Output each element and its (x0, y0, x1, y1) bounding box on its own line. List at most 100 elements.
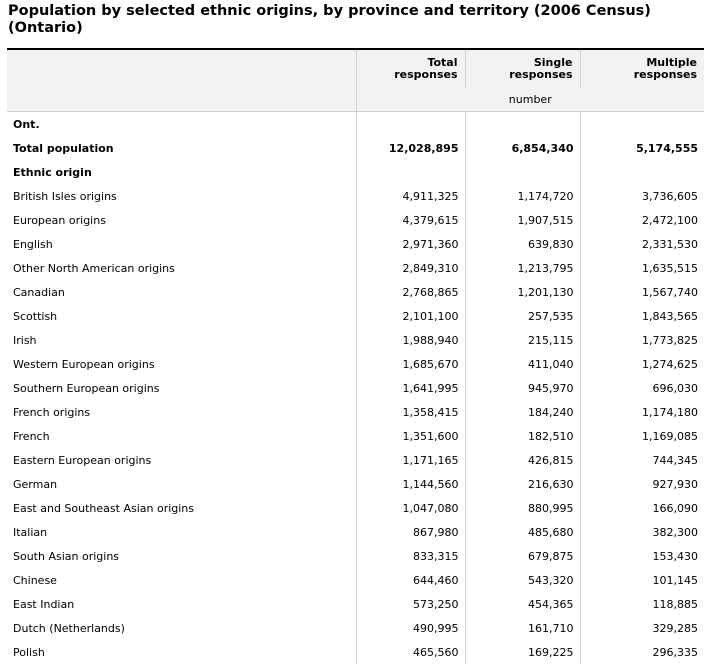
total-responses-cell: 1,144,560 (356, 472, 466, 496)
table-row: French origins 1,358,415 184,240 1,174,180 (7, 400, 704, 424)
page-title: Population by selected ethnic origins, b… (8, 3, 651, 36)
single-responses-cell: 411,040 (465, 352, 581, 376)
table-row: German 1,144,560 216,630 927,930 (7, 472, 704, 496)
row-header-corner (7, 48, 357, 88)
row-label: French origins (7, 400, 357, 424)
table-row: Other North American origins 2,849,310 1,2… (7, 256, 704, 280)
column-header-total: Total responses (356, 48, 466, 88)
row-label: Southern European origins (7, 376, 357, 400)
total-label: Total population (7, 136, 357, 160)
row-label: East Indian (7, 592, 357, 616)
table-row: French 1,351,600 182,510 1,169,085 (7, 424, 704, 448)
table-row: Scottish 2,101,100 257,535 1,843,565 (7, 304, 704, 328)
multiple-responses-cell: 2,472,100 (642, 213, 698, 227)
multiple-responses-cell: 1,567,740 (642, 285, 698, 299)
total-single-responses: 6,854,340 (465, 136, 581, 160)
total-responses-cell: 465,560 (356, 640, 466, 664)
row-label: Polish (7, 640, 357, 664)
row-label: Canadian (7, 280, 357, 304)
single-responses-cell: 215,115 (465, 328, 581, 352)
row-label: Eastern European origins (7, 448, 357, 472)
single-responses-cell: 216,630 (465, 472, 581, 496)
total-responses-cell: 833,315 (356, 544, 466, 568)
multiple-responses-cell: 3,736,605 (642, 189, 698, 203)
total-responses-cell: 2,849,310 (356, 256, 466, 280)
table-row: Irish 1,988,940 215,115 1,773,825 (7, 328, 704, 352)
single-responses-cell: 184,240 (465, 400, 581, 424)
table-row: Southern European origins 1,641,995 945,97… (7, 376, 704, 400)
total-responses-cell: 1,685,670 (356, 352, 466, 376)
table-row: Chinese 644,460 543,320 101,145 (7, 568, 704, 592)
total-total-responses: 12,028,895 (356, 136, 466, 160)
row-label: Scottish (7, 304, 357, 328)
row-label: British Isles origins (7, 184, 357, 208)
column-header-row: Total responses Single responses Multipl… (7, 48, 704, 88)
total-responses-cell: 1,171,165 (356, 448, 466, 472)
section-row: Ethnic origin (7, 160, 704, 184)
single-responses-cell: 1,201,130 (465, 280, 581, 304)
total-responses-cell: 2,768,865 (356, 280, 466, 304)
total-responses-cell: 4,911,325 (356, 184, 466, 208)
units-row: number (7, 88, 704, 112)
single-responses-cell: 1,907,515 (465, 208, 581, 232)
multiple-responses-cell: 744,345 (652, 453, 699, 467)
single-responses-cell: 639,830 (465, 232, 581, 256)
multiple-responses-cell: 382,300 (652, 525, 699, 539)
multiple-responses-cell: 2,331,530 (642, 237, 698, 251)
row-label: Italian (7, 520, 357, 544)
data-table: Total responses Single responses Multipl… (7, 48, 704, 664)
single-responses-cell: 454,365 (465, 592, 581, 616)
total-responses-cell: 1,047,080 (356, 496, 466, 520)
row-label: Irish (7, 328, 357, 352)
total-responses-cell: 867,980 (356, 520, 466, 544)
multiple-responses-cell: 1,843,565 (642, 309, 698, 323)
total-responses-cell: 1,351,600 (356, 424, 466, 448)
table-row: Western European origins 1,685,670 411,040… (7, 352, 704, 376)
row-label: East and Southeast Asian origins (7, 496, 357, 520)
single-responses-cell: 182,510 (465, 424, 581, 448)
multiple-responses-cell: 329,285 (652, 621, 699, 635)
single-responses-cell: 161,710 (465, 616, 581, 640)
row-label: French (7, 424, 357, 448)
single-responses-cell: 880,995 (465, 496, 581, 520)
multiple-responses-cell: 153,430 (652, 549, 699, 563)
total-responses-cell: 2,971,360 (356, 232, 466, 256)
geo-label: Ont. (7, 111, 357, 136)
single-responses-cell: 679,875 (465, 544, 581, 568)
single-responses-cell: 1,213,795 (465, 256, 581, 280)
total-responses-cell: 2,101,100 (356, 304, 466, 328)
total-responses-cell: 644,460 (356, 568, 466, 592)
multiple-responses-cell: 1,174,180 (642, 405, 698, 419)
total-multiple-responses: 5,174,555 (636, 141, 698, 155)
total-responses-cell: 490,995 (356, 616, 466, 640)
single-responses-cell: 485,680 (465, 520, 581, 544)
row-label: Dutch (Netherlands) (7, 616, 357, 640)
table-row: British Isles origins 4,911,325 1,174,720 3… (7, 184, 704, 208)
multiple-responses-cell: 101,145 (652, 573, 699, 587)
single-responses-cell: 426,815 (465, 448, 581, 472)
table-row: English 2,971,360 639,830 2,331,530 (7, 232, 704, 256)
multiple-responses-cell: 1,169,085 (642, 429, 698, 443)
row-label: European origins (7, 208, 357, 232)
multiple-responses-cell: 1,635,515 (642, 261, 698, 275)
multiple-responses-cell: 1,274,625 (642, 357, 698, 371)
table-row: Dutch (Netherlands) 490,995 161,710 329,285 (7, 616, 704, 640)
table-row: European origins 4,379,615 1,907,515 2,472,… (7, 208, 704, 232)
total-responses-cell: 4,379,615 (356, 208, 466, 232)
total-responses-cell: 573,250 (356, 592, 466, 616)
single-responses-cell: 169,225 (465, 640, 581, 664)
multiple-responses-cell: 118,885 (652, 597, 699, 611)
column-header-multiple: Multiple responses (580, 48, 704, 88)
table-row: Polish 465,560 169,225 296,335 (7, 640, 704, 664)
total-responses-cell: 1,358,415 (356, 400, 466, 424)
table-row: East and Southeast Asian origins 1,047,08… (7, 496, 704, 520)
table-row: Canadian 2,768,865 1,201,130 1,567,740 (7, 280, 704, 304)
row-label: Other North American origins (7, 256, 357, 280)
multiple-responses-cell: 927,930 (652, 477, 699, 491)
row-label: South Asian origins (7, 544, 357, 568)
multiple-responses-cell: 1,773,825 (642, 333, 698, 347)
section-label: Ethnic origin (7, 160, 357, 184)
single-responses-cell: 1,174,720 (465, 184, 581, 208)
table-row: South Asian origins 833,315 679,875 153,430 (7, 544, 704, 568)
units-label: number (356, 88, 704, 112)
